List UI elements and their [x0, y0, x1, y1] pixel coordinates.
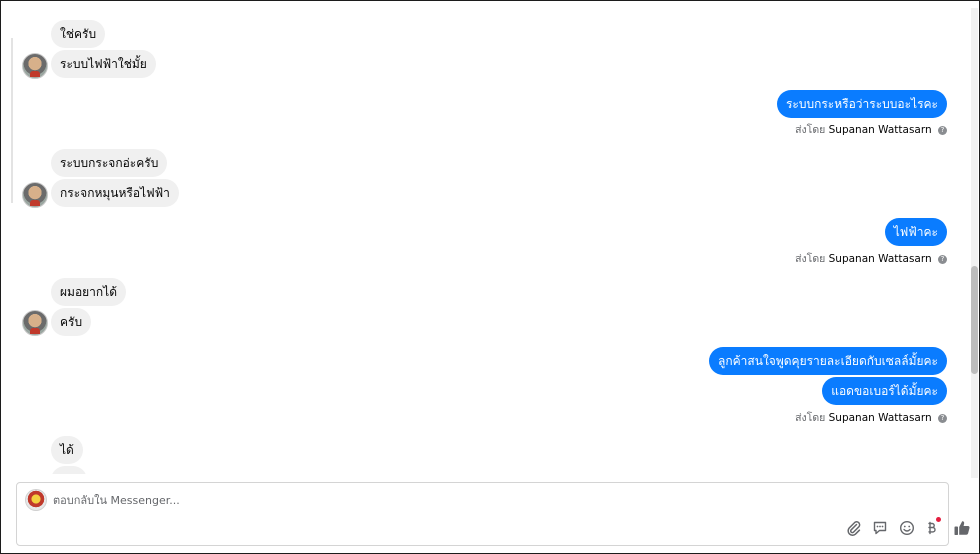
sent-by-prefix: ส่งโดย	[795, 124, 826, 136]
sender-name: Supanan Wattasarn	[828, 124, 932, 136]
sent-by-prefix: ส่งโดย	[795, 253, 826, 265]
sent-by-prefix: ส่งโดย	[795, 412, 826, 424]
thread-divider	[11, 38, 13, 203]
help-icon[interactable]: ?	[938, 126, 947, 135]
message-incoming[interactable]: ได้	[51, 436, 83, 464]
sender-name: Supanan Wattasarn	[828, 412, 932, 424]
sent-by-line: ส่งโดย Supanan Wattasarn ?	[795, 121, 947, 138]
paperclip-icon[interactable]	[845, 519, 863, 537]
contact-avatar[interactable]	[22, 182, 48, 208]
page-avatar	[25, 489, 47, 511]
scrollbar-thumb[interactable]	[971, 266, 978, 374]
message-incoming[interactable]: ระบบกระจกอ่ะครับ	[51, 149, 168, 177]
saved-reply-icon[interactable]	[871, 519, 889, 537]
message-incoming[interactable]: ใช่ครับ	[51, 20, 106, 48]
message-incoming-partial[interactable]	[51, 466, 87, 474]
conversation-thread[interactable]: ใช่ครับ ระบบไฟฟ้าใช่มั้ย ระบบกระหรือว่าร…	[8, 8, 970, 474]
sender-name: Supanan Wattasarn	[828, 253, 932, 265]
help-icon[interactable]: ?	[938, 255, 947, 264]
sent-by-line: ส่งโดย Supanan Wattasarn ?	[795, 409, 947, 426]
notification-dot	[936, 517, 941, 522]
scrollbar[interactable]	[971, 8, 978, 478]
message-incoming[interactable]: กระจกหมุนหรือไฟฟ้า	[51, 179, 179, 207]
help-icon[interactable]: ?	[938, 414, 947, 423]
message-incoming[interactable]: ระบบไฟฟ้าใช่มั้ย	[51, 50, 156, 78]
message-incoming[interactable]: ผมอยากได้	[51, 278, 127, 306]
payment-icon[interactable]	[923, 517, 941, 537]
sent-by-line: ส่งโดย Supanan Wattasarn ?	[795, 250, 947, 267]
message-incoming[interactable]: ครับ	[51, 308, 92, 336]
message-outgoing[interactable]: ลูกค้าสนใจพูดคุยรายละเอียดกับเซลล์มั้ยคะ	[709, 347, 947, 375]
contact-avatar[interactable]	[22, 310, 48, 336]
thumbs-up-icon[interactable]	[952, 518, 972, 538]
reply-composer	[16, 482, 970, 546]
message-outgoing[interactable]: ระบบกระหรือว่าระบบอะไรคะ	[776, 90, 947, 118]
reply-input[interactable]	[53, 491, 753, 509]
message-outgoing[interactable]: แอดขอเบอร์ได้มั้ยคะ	[822, 377, 947, 405]
contact-avatar[interactable]	[22, 53, 48, 79]
message-outgoing[interactable]: ไฟฟ้าคะ	[884, 218, 947, 246]
emoji-icon[interactable]	[898, 519, 916, 537]
